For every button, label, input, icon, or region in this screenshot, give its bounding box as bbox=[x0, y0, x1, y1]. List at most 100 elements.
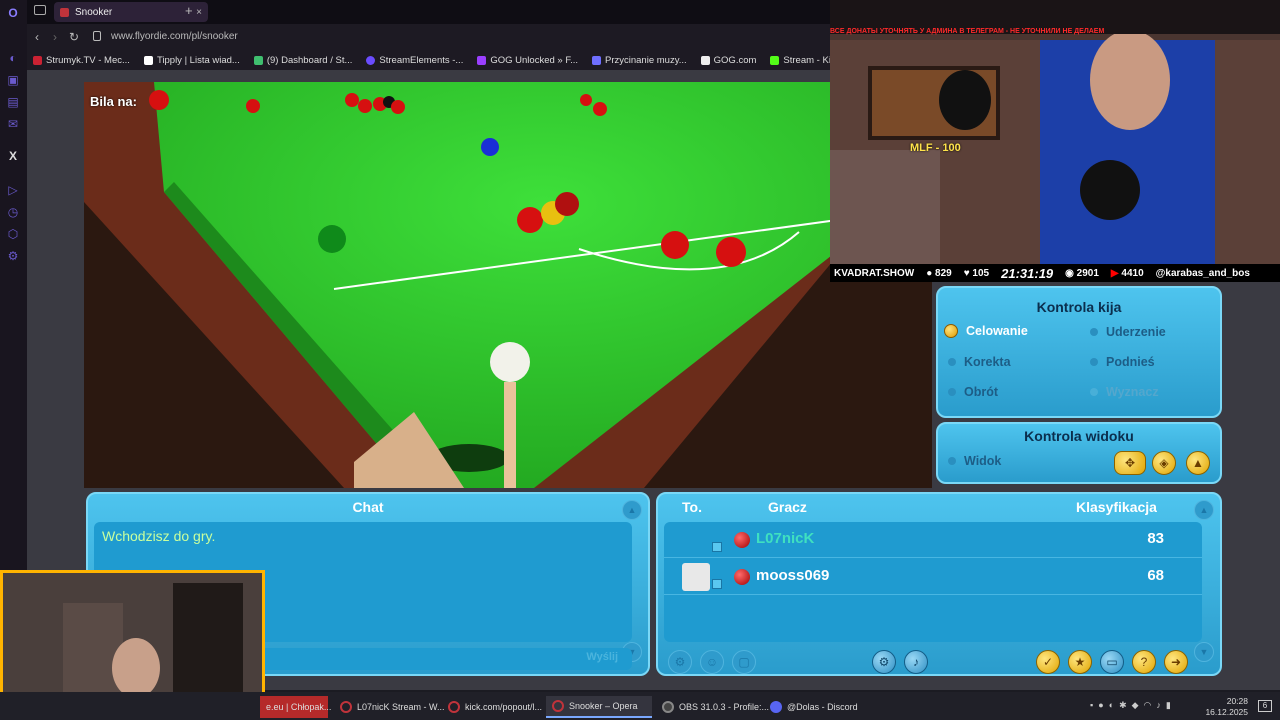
opera-logo-icon[interactable]: O bbox=[5, 5, 21, 21]
bookmark-item[interactable]: GOG Unlocked » F... bbox=[477, 55, 578, 66]
player-name[interactable]: L07nicK bbox=[756, 530, 814, 547]
player-score: 68 bbox=[1147, 567, 1164, 584]
option-celowanie[interactable]: Celowanie bbox=[944, 324, 1028, 338]
player-row[interactable]: L07nicK 83 bbox=[664, 522, 1202, 558]
bookmark-item[interactable]: GOG.com bbox=[700, 55, 756, 66]
yt-count: 4410 bbox=[1121, 267, 1144, 279]
social-handle: @karabas_and_bos bbox=[1155, 267, 1250, 279]
mail-icon[interactable]: ✉ bbox=[5, 116, 21, 132]
url-field[interactable]: www.flyordie.com/pl/snooker bbox=[111, 31, 238, 42]
bookmark-item[interactable]: Strumyk.TV - Mec... bbox=[33, 55, 130, 66]
player-badge-icon bbox=[712, 542, 722, 552]
rotate-icon[interactable]: ◈ bbox=[1152, 451, 1176, 475]
system-tray: ▪ ● ◐ ✱ ◆ ◠ ♪ ▮ bbox=[1090, 700, 1171, 711]
windows-taskbar: e.eu | Chłopak... L07nicK Stream - W... … bbox=[0, 692, 1280, 720]
extensions-icon[interactable]: ⬡ bbox=[5, 226, 21, 242]
donation-alert: MLF - 100 bbox=[910, 142, 961, 154]
option-wyznacz[interactable]: Wyznacz bbox=[1090, 385, 1159, 399]
taskbar-item[interactable]: Snooker – Opera bbox=[546, 696, 652, 718]
mic-icon[interactable]: ▮ bbox=[1166, 700, 1171, 711]
snooker-table-graphic[interactable] bbox=[84, 82, 932, 488]
tray-icon[interactable]: ▪ bbox=[1090, 700, 1093, 711]
wifi-icon[interactable]: ◠ bbox=[1144, 700, 1152, 711]
option-podnies[interactable]: Podnieś bbox=[1090, 355, 1155, 369]
player-list: L07nicK 83 mooss069 68 bbox=[664, 522, 1202, 642]
taskbar-item[interactable]: OBS 31.0.3 - Profile:... bbox=[656, 696, 769, 718]
forward-icon[interactable]: › bbox=[53, 30, 57, 44]
bookmark-item[interactable]: Stream - Kick Das... bbox=[770, 55, 830, 66]
volume-icon[interactable]: ♪ bbox=[1156, 700, 1161, 711]
radio-icon bbox=[944, 324, 958, 338]
player-icon[interactable]: ▷ bbox=[5, 182, 21, 198]
notifications-icon[interactable]: 6 bbox=[1258, 700, 1272, 712]
tab-close-icon[interactable]: × bbox=[196, 7, 202, 18]
taskbar-item[interactable]: @Dolas - Discord bbox=[764, 696, 858, 718]
sound-icon[interactable]: ♪ bbox=[904, 650, 928, 674]
new-tab-button[interactable]: + bbox=[185, 3, 193, 18]
radio-icon bbox=[948, 358, 956, 366]
screen-icon[interactable]: ▭ bbox=[1100, 650, 1124, 674]
taskbar-clock[interactable]: 20:28 16.12.2025 bbox=[1205, 696, 1248, 718]
chat-title: Chat bbox=[352, 499, 384, 515]
stream-time: 21:31:19 bbox=[1001, 265, 1054, 281]
snooker-table-view[interactable]: Bila na: bbox=[84, 82, 932, 488]
option-obrot[interactable]: Obrót bbox=[948, 385, 998, 399]
bookmark-item[interactable]: Przycinanie muzy... bbox=[592, 55, 687, 66]
avatar bbox=[682, 563, 710, 591]
heart-icon: ♥ bbox=[963, 267, 970, 279]
view-control-panel: Kontrola widoku Widok ✥ ◈ ▲ bbox=[936, 422, 1222, 484]
bookmarks-bar: Strumyk.TV - Mec... Tipply | Lista wiad.… bbox=[27, 50, 830, 70]
bookmark-item[interactable]: (9) Dashboard / St... bbox=[253, 55, 352, 66]
option-uderzenie[interactable]: Uderzenie bbox=[1090, 325, 1166, 339]
player-row[interactable]: mooss069 68 bbox=[664, 559, 1202, 595]
exit-icon[interactable]: ➜ bbox=[1164, 650, 1188, 674]
aria-icon[interactable]: ◐ bbox=[5, 50, 21, 66]
tab-menu-icon[interactable] bbox=[34, 5, 46, 15]
stream-video-frame bbox=[830, 0, 1280, 282]
thumbs-up-icon[interactable]: ✓ bbox=[1036, 650, 1060, 674]
option-korekta[interactable]: Korekta bbox=[948, 355, 1011, 369]
col-player: Gracz bbox=[768, 499, 807, 515]
red-ball-icon bbox=[734, 532, 750, 548]
taskbar-item[interactable]: L07nicK Stream - W... bbox=[334, 696, 445, 718]
bookmark-item[interactable]: StreamElements -... bbox=[366, 55, 463, 66]
pan-icon[interactable]: ✥ bbox=[1114, 451, 1146, 475]
options-gear-icon[interactable]: ⚙ bbox=[872, 650, 896, 674]
cue-control-panel: Kontrola kija Celowanie Uderzenie Korekt… bbox=[936, 286, 1222, 418]
settings-icon[interactable]: ⚙ bbox=[5, 248, 21, 264]
players-panel: To. Gracz Klasyfikacja ▲ L07nicK 83 moos… bbox=[656, 492, 1222, 676]
tray-icon[interactable]: ◐ bbox=[1109, 700, 1114, 711]
lock-icon[interactable]: ▢ bbox=[732, 650, 756, 674]
player-name[interactable]: mooss069 bbox=[756, 567, 829, 584]
settings-icon[interactable]: ⚙ bbox=[668, 650, 692, 674]
view-control-title: Kontrola widoku bbox=[1024, 428, 1134, 444]
option-widok[interactable]: Widok bbox=[948, 454, 1001, 468]
back-icon[interactable]: ‹ bbox=[35, 30, 39, 44]
tray-icon[interactable]: ◆ bbox=[1132, 700, 1139, 711]
messenger-icon[interactable]: ▤ bbox=[5, 94, 21, 110]
bookmark-item[interactable]: Tipply | Lista wiad... bbox=[143, 55, 240, 66]
user-icon[interactable]: ☺ bbox=[700, 650, 724, 674]
radio-icon bbox=[948, 388, 956, 396]
radio-icon bbox=[1090, 388, 1098, 396]
reload-icon[interactable]: ↻ bbox=[69, 30, 79, 44]
workspaces-icon[interactable]: ▣ bbox=[5, 72, 21, 88]
chevron-up-icon[interactable]: ▲ bbox=[622, 500, 642, 520]
radio-icon bbox=[1090, 358, 1098, 366]
taskbar-item[interactable]: e.eu | Chłopak... bbox=[260, 696, 331, 718]
zoom-icon[interactable]: ▲ bbox=[1186, 451, 1210, 475]
ball-on-label: Bila na: bbox=[90, 94, 137, 109]
donation-banner: ВСЕ ДОНАТЫ УТОЧНЯТЬ У АДМИНА В ТЕЛЕГРАМ … bbox=[830, 28, 1105, 35]
send-button[interactable]: Wyślij bbox=[586, 651, 618, 663]
tray-icon[interactable]: ● bbox=[1098, 700, 1103, 711]
chat-message: Wchodzisz do gry. bbox=[102, 528, 216, 544]
chevron-down-icon[interactable]: ▼ bbox=[1194, 642, 1214, 662]
like-count: 105 bbox=[972, 267, 990, 279]
x-twitter-icon[interactable]: X bbox=[5, 148, 21, 164]
help-icon[interactable]: ? bbox=[1132, 650, 1156, 674]
chevron-up-icon[interactable]: ▲ bbox=[1194, 500, 1214, 520]
taskbar-item[interactable]: kick.com/popout/l... bbox=[442, 696, 542, 718]
trophy-icon[interactable]: ★ bbox=[1068, 650, 1092, 674]
tray-icon[interactable]: ✱ bbox=[1119, 700, 1127, 711]
history-icon[interactable]: ◷ bbox=[5, 204, 21, 220]
